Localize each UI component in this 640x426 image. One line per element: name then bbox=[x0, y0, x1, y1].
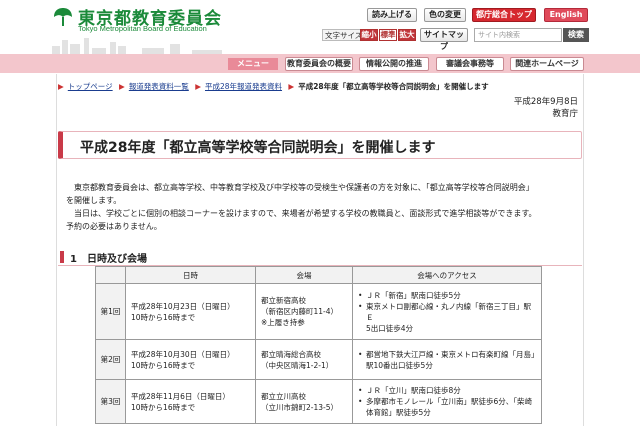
venue-address: （新宿区内藤町11-4） bbox=[261, 307, 339, 316]
venue-cell: 都立新宿高校 （新宿区内藤町11-4） ※上履き持参 bbox=[255, 283, 353, 340]
english-button[interactable]: English bbox=[544, 8, 588, 22]
nav-item-disclosure[interactable]: 情報公開の推進 bbox=[359, 57, 429, 71]
menu-label: メニュー bbox=[228, 58, 278, 70]
read-aloud-button[interactable]: 読み上げる bbox=[367, 8, 417, 22]
color-change-button[interactable]: 色の変更 bbox=[424, 8, 466, 22]
breadcrumb-arrow-icon: ▶ bbox=[195, 82, 201, 91]
date-cell: 平成28年11月6日（日曜日） 10時から16時まで bbox=[125, 379, 256, 424]
access-text: 多摩都市モノレール「立川南」駅徒歩6分、「柴崎 bbox=[366, 397, 533, 406]
font-small-button[interactable]: 縮小 bbox=[360, 29, 378, 41]
table-header-row: 日時 会場 会場へのアクセス bbox=[95, 266, 542, 284]
breadcrumb-arrow-icon: ▶ bbox=[288, 82, 295, 91]
font-size-label: 文字サイズ bbox=[322, 29, 366, 41]
venue-name: 都立新宿高校 bbox=[261, 296, 306, 305]
venue-name: 都立晴海総合高校 bbox=[261, 349, 321, 359]
page-title: 平成28年度「都立高等学校等合同説明会」を開催します bbox=[80, 140, 436, 156]
breadcrumb-current: 平成28年度「都立高等学校等合同説明会」を開催します bbox=[298, 82, 489, 91]
table-row: 第1回 平成28年10月23日（日曜日） 10時から16時まで 都立新宿高校 （… bbox=[95, 283, 542, 340]
schedule-table: 日時 会場 会場へのアクセス 第1回 平成28年10月23日（日曜日） 10時か… bbox=[95, 266, 542, 424]
venue-note: ※上履き持参 bbox=[261, 318, 305, 327]
time-text: 10時から16時まで bbox=[131, 360, 196, 370]
intro-paragraph: 東京都教育委員会は、都立高等学校、中等教育学校及び中学校等の受検生や保護者の方を… bbox=[66, 181, 576, 207]
site-subtitle: Tokyo Metropolitan Board of Education bbox=[78, 24, 207, 33]
access-text: 駅10番出口徒歩5分 bbox=[366, 360, 433, 370]
round-cell: 第1回 bbox=[95, 283, 126, 340]
skyline-decoration bbox=[52, 38, 222, 56]
notice-line: 予約の必要はありません。 bbox=[66, 222, 162, 231]
access-text: 東京メトロ副都心線・丸ノ内線「新宿三丁目」駅Ｅ bbox=[366, 301, 531, 322]
venue-address: （立川市錦町2-13-5） bbox=[261, 402, 338, 412]
round-cell: 第2回 bbox=[95, 339, 126, 380]
tokyo-emblem-icon[interactable] bbox=[52, 6, 74, 28]
breadcrumb: ▶ トップページ ▶ 報道発表資料一覧 ▶ 平成28年報道発表資料 ▶ 平成28年度「都… bbox=[58, 81, 493, 93]
access-cell: • 都営地下鉄大江戸線・東京メトロ有楽町線「月島」 駅10番出口徒歩5分 bbox=[352, 339, 542, 380]
bullet-icon: • bbox=[358, 386, 363, 395]
bullet-icon: • bbox=[358, 301, 363, 311]
venue-name: 都立立川高校 bbox=[261, 391, 306, 401]
site-header: 東京都教育委員会 Tokyo Metropolitan Board of Edu… bbox=[0, 0, 640, 56]
intro-line: を開催します。 bbox=[66, 196, 122, 205]
access-text: 体育館」駅徒歩5分 bbox=[366, 408, 431, 417]
table-header: 会場へのアクセス bbox=[352, 266, 542, 284]
date-text: 平成28年11月6日（日曜日） bbox=[131, 391, 230, 401]
font-standard-button[interactable]: 標準 bbox=[379, 29, 397, 41]
notice-paragraph: 当日は、学校ごとに個別の相談コーナーを設けますので、来場者が希望する学校の教職員… bbox=[66, 207, 576, 233]
bullet-icon: • bbox=[358, 397, 363, 406]
breadcrumb-press-list[interactable]: 報道発表資料一覧 bbox=[129, 82, 189, 91]
date-text: 平成28年10月23日（日曜日） bbox=[131, 301, 235, 311]
access-text: ＪＲ「立川」駅南口徒歩8分 bbox=[366, 386, 461, 395]
venue-address: （中央区晴海1-2-1） bbox=[261, 360, 334, 370]
breadcrumb-press-2016[interactable]: 平成28年報道発表資料 bbox=[205, 82, 282, 91]
publish-date: 平成28年9月8日 bbox=[513, 97, 578, 107]
section-marker bbox=[60, 251, 64, 263]
venue-cell: 都立晴海総合高校 （中央区晴海1-2-1） bbox=[255, 339, 353, 380]
notice-line: 当日は、学校ごとに個別の相談コーナーを設けますので、来場者が希望する学校の教職員… bbox=[74, 209, 537, 218]
access-text: ＪＲ「新宿」駅南口徒歩5分 bbox=[366, 290, 461, 300]
bullet-icon: • bbox=[358, 290, 363, 300]
publisher-org: 教育庁 bbox=[552, 109, 578, 119]
intro-line: 東京都教育委員会は、都立高等学校、中等教育学校及び中学校等の受検生や保護者の方を… bbox=[74, 183, 534, 192]
access-text: 都営地下鉄大江戸線・東京メトロ有楽町線「月島」 bbox=[366, 349, 539, 359]
date-text: 平成28年10月30日（日曜日） bbox=[131, 349, 235, 359]
access-cell: • ＪＲ「立川」駅南口徒歩8分 • 多摩都市モノレール「立川南」駅徒歩6分、「柴崎 … bbox=[352, 379, 542, 424]
time-text: 10時から16時まで bbox=[131, 312, 196, 322]
time-text: 10時から16時まで bbox=[131, 402, 196, 412]
table-row: 第2回 平成28年10月30日（日曜日） 10時から16時まで 都立晴海総合高校… bbox=[95, 339, 542, 380]
table-header: 日時 bbox=[125, 266, 256, 284]
breadcrumb-arrow-icon: ▶ bbox=[58, 82, 64, 91]
nav-item-related-links[interactable]: 関連ホームページ bbox=[510, 57, 584, 71]
nav-item-council[interactable]: 審議会事務等 bbox=[436, 57, 504, 71]
nav-item-overview[interactable]: 教育委員会の概要 bbox=[285, 57, 353, 71]
search-button[interactable]: 検索 bbox=[563, 28, 589, 42]
breadcrumb-top[interactable]: トップページ bbox=[68, 82, 113, 91]
search-input[interactable]: サイト内検索 bbox=[474, 28, 562, 42]
gov-top-button[interactable]: 都庁総合トップ bbox=[472, 8, 536, 22]
font-large-button[interactable]: 拡大 bbox=[398, 29, 416, 41]
table-row: 第3回 平成28年11月6日（日曜日） 10時から16時まで 都立立川高校 （立… bbox=[95, 379, 542, 424]
date-cell: 平成28年10月23日（日曜日） 10時から16時まで bbox=[125, 283, 256, 340]
table-header bbox=[95, 266, 126, 284]
date-cell: 平成28年10月30日（日曜日） 10時から16時まで bbox=[125, 339, 256, 380]
sitemap-link[interactable]: サイトマップ bbox=[420, 28, 468, 51]
table-header: 会場 bbox=[255, 266, 353, 284]
breadcrumb-arrow-icon: ▶ bbox=[119, 82, 125, 91]
access-text: 5出口徒歩4分 bbox=[366, 323, 414, 333]
round-cell: 第3回 bbox=[95, 379, 126, 424]
venue-cell: 都立立川高校 （立川市錦町2-13-5） bbox=[255, 379, 353, 424]
section-heading: 1 日時及び会場 bbox=[70, 254, 147, 265]
bullet-icon: • bbox=[358, 349, 363, 359]
access-cell: • ＪＲ「新宿」駅南口徒歩5分 • 東京メトロ副都心線・丸ノ内線「新宿三丁目」駅Ｅ … bbox=[352, 283, 542, 340]
